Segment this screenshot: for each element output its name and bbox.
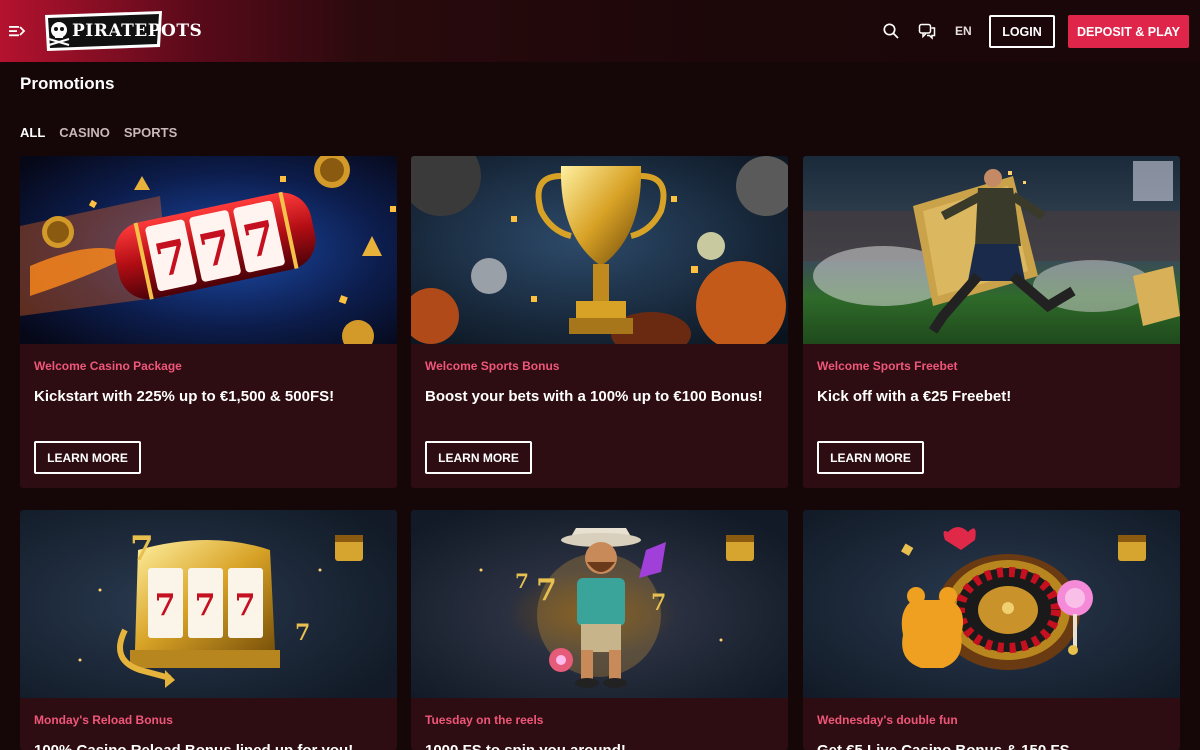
chat-icon[interactable] [918, 22, 936, 40]
promo-image-football-player[interactable] [803, 156, 1180, 344]
football-player-image-icon [803, 156, 1180, 344]
logo-text: PIRATEPOTS [72, 21, 203, 41]
promo-image-trophy[interactable] [411, 156, 788, 344]
promo-image-cowboy[interactable]: 7 7 7 [411, 510, 788, 698]
promo-subtitle: Welcome Casino Package [34, 359, 182, 373]
deco-seven-left: 7 [515, 569, 529, 593]
roulette-image-icon [803, 510, 1180, 698]
language-selector[interactable]: EN [955, 24, 972, 38]
slot-reel-image-icon: 7 7 7 [20, 156, 397, 344]
promo-card-wednesday-fun: Wednesday's double fun Get €5 Live Casin… [803, 510, 1180, 750]
site-logo[interactable]: PIRATEPOTS [42, 9, 202, 53]
reel-seven-c: 7 [235, 588, 256, 623]
promotion-tabs: ALL CASINO SPORTS [20, 125, 177, 140]
reel-seven-b: 7 [195, 588, 216, 623]
promo-title: Get €5 Live Casino Bonus & 150 FS [817, 739, 1162, 750]
promo-image-roulette[interactable] [803, 510, 1180, 698]
search-icon[interactable] [882, 22, 900, 40]
learn-more-button[interactable]: LEARN MORE [817, 441, 924, 474]
cowboy-image-icon: 7 7 7 [411, 510, 788, 698]
menu-icon[interactable] [8, 22, 26, 40]
promo-title: Boost your bets with a 100% up to €100 B… [425, 388, 763, 405]
top-header: PIRATEPOTS EN LOGIN DEPOSIT & PLAY [0, 0, 1200, 62]
login-button[interactable]: LOGIN [989, 15, 1055, 48]
promo-subtitle: Wednesday's double fun [817, 713, 958, 727]
promo-title: Kickstart with 225% up to €1,500 & 500FS… [34, 388, 335, 405]
promo-image-slot-machine[interactable]: 7 7 7 7 7 [20, 510, 397, 698]
deposit-play-button[interactable]: DEPOSIT & PLAY [1068, 15, 1189, 48]
promo-subtitle: Welcome Sports Bonus [425, 359, 560, 373]
deco-seven-small: 7 [295, 620, 310, 646]
promo-title: 1000 FS to spin you around! [425, 739, 770, 750]
promo-subtitle: Tuesday on the reels [425, 713, 544, 727]
slot-machine-image-icon: 7 7 7 7 7 [20, 510, 397, 698]
trophy-image-icon [411, 156, 788, 344]
tab-sports[interactable]: SPORTS [124, 125, 177, 140]
deco-seven: 7 [130, 529, 154, 569]
promo-image-slot-reel[interactable]: 7 7 7 [20, 156, 397, 344]
promo-card-casino-welcome: 7 7 7 Welcome Casino Package Kickstart w… [20, 156, 397, 488]
promo-title: Kick off with a €25 Freebet! [817, 388, 1012, 405]
deco-seven-right: 7 [651, 590, 666, 616]
promo-card-sports-freebet: Welcome Sports Freebet Kick off with a €… [803, 156, 1180, 488]
reel-seven-a: 7 [155, 588, 176, 623]
promo-subtitle: Welcome Sports Freebet [817, 359, 958, 373]
learn-more-button[interactable]: LEARN MORE [425, 441, 532, 474]
page-title: Promotions [20, 74, 115, 93]
promo-subtitle: Monday's Reload Bonus [34, 713, 173, 727]
deco-seven-big: 7 [536, 573, 557, 608]
promo-card-tuesday-reels: 7 7 7 Tuesday on the reels 1000 FS to sp… [411, 510, 788, 750]
promo-title: 100% Casino Reload Bonus lined up for yo… [34, 739, 379, 750]
promo-card-sports-welcome: Welcome Sports Bonus Boost your bets wit… [411, 156, 788, 488]
learn-more-button[interactable]: LEARN MORE [34, 441, 141, 474]
tab-casino[interactable]: CASINO [59, 125, 110, 140]
promo-card-monday-reload: 7 7 7 7 7 Monday's Reload Bonus 100% Cas… [20, 510, 397, 750]
tab-all[interactable]: ALL [20, 125, 45, 140]
